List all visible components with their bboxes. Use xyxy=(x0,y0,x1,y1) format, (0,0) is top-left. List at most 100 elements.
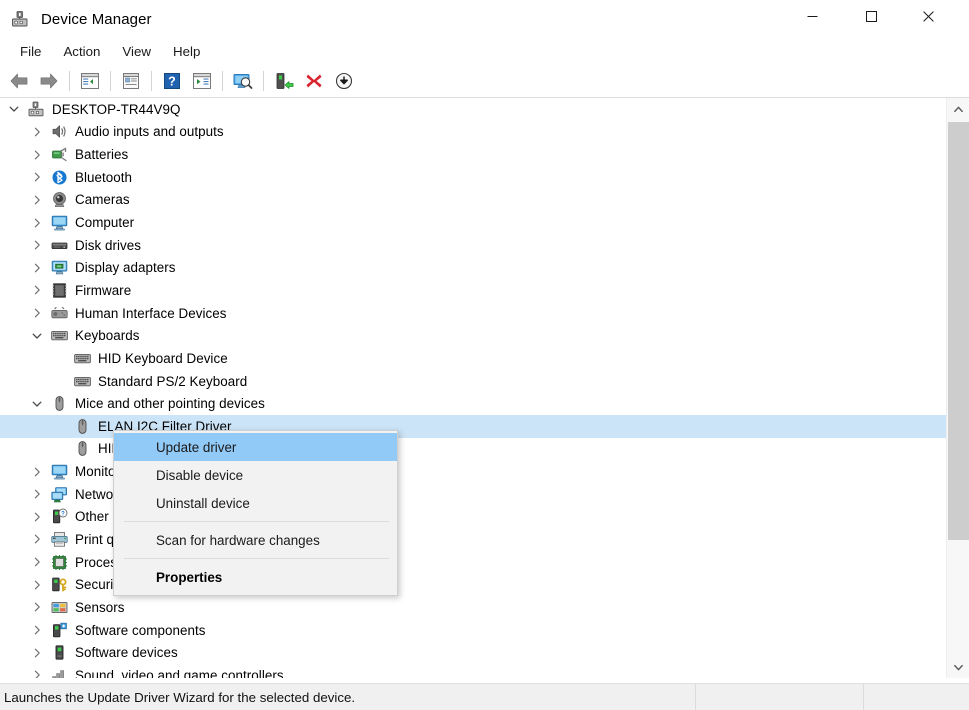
tree-row[interactable]: Software devices xyxy=(0,641,946,664)
tree-row-label: Sound, video and game controllers xyxy=(75,667,284,678)
keyboard-icon xyxy=(51,327,68,344)
status-message: Launches the Update Driver Wizard for th… xyxy=(4,689,356,705)
tree-row[interactable]: Keyboards xyxy=(0,324,946,347)
context-menu[interactable]: Update driver Disable device Uninstall dev… xyxy=(113,430,398,596)
chevron-right-icon[interactable] xyxy=(29,147,45,163)
chevron-right-icon[interactable] xyxy=(29,577,45,593)
scan-hardware-changes-button[interactable] xyxy=(229,68,257,94)
forward-button[interactable] xyxy=(35,68,63,94)
chevron-right-icon[interactable] xyxy=(29,464,45,480)
chevron-right-icon[interactable] xyxy=(29,645,45,661)
menu-file[interactable]: File xyxy=(9,41,52,62)
close-button[interactable] xyxy=(905,0,951,32)
chevron-right-icon[interactable] xyxy=(29,282,45,298)
toolbar-separator xyxy=(151,71,152,91)
ctx-properties[interactable]: Properties xyxy=(114,563,397,591)
keyboard-icon xyxy=(74,373,91,390)
window-title: Device Manager xyxy=(41,10,152,28)
tree-row-label: Human Interface Devices xyxy=(75,305,227,321)
tree-row-label: Batteries xyxy=(75,147,129,163)
scroll-down-arrow-icon[interactable] xyxy=(947,656,969,678)
printer-icon xyxy=(51,531,68,548)
tree-row[interactable]: Bluetooth xyxy=(0,166,946,189)
minimize-button[interactable] xyxy=(789,0,835,32)
chevron-down-icon[interactable] xyxy=(6,101,22,117)
processor-icon xyxy=(51,554,68,571)
tree-row[interactable]: Human Interface Devices xyxy=(0,302,946,325)
tree-row[interactable]: Standard PS/2 Keyboard xyxy=(0,370,946,393)
battery-icon xyxy=(51,146,68,163)
computer-root-icon xyxy=(28,101,45,118)
chevron-down-icon[interactable] xyxy=(29,328,45,344)
toolbar-separator xyxy=(110,71,111,91)
chevron-right-icon[interactable] xyxy=(29,486,45,502)
monitor-icon xyxy=(51,463,68,480)
tree-row-label: Cameras xyxy=(75,192,130,208)
tree-row[interactable]: Firmware xyxy=(0,279,946,302)
scrollbar-thumb[interactable] xyxy=(948,122,969,540)
chevron-right-icon[interactable] xyxy=(29,599,45,615)
tree-row[interactable]: Audio inputs and outputs xyxy=(0,121,946,144)
update-driver-button[interactable] xyxy=(270,68,298,94)
vertical-scrollbar[interactable] xyxy=(946,98,969,678)
show-hide-console-tree-button[interactable] xyxy=(76,68,104,94)
tree-row-label: Sensors xyxy=(75,599,125,615)
tree-row[interactable]: Display adapters xyxy=(0,256,946,279)
svg-text:?: ? xyxy=(61,512,65,518)
software-device-icon xyxy=(51,644,68,661)
chevron-right-icon[interactable] xyxy=(29,305,45,321)
toolbar-separator xyxy=(222,71,223,91)
toolbar-separator xyxy=(69,71,70,91)
ctx-disable-device[interactable]: Disable device xyxy=(114,461,397,489)
maximize-button[interactable] xyxy=(848,0,894,32)
tree-row[interactable]: Batteries xyxy=(0,143,946,166)
tree-row[interactable]: DESKTOP-TR44V9Q xyxy=(0,98,946,121)
monitor-icon xyxy=(51,214,68,231)
chevron-right-icon[interactable] xyxy=(29,622,45,638)
scroll-up-arrow-icon[interactable] xyxy=(947,98,969,120)
tree-row[interactable]: Disk drives xyxy=(0,234,946,257)
disable-device-button[interactable] xyxy=(330,68,358,94)
menu-help[interactable]: Help xyxy=(162,41,211,62)
chevron-right-icon[interactable] xyxy=(29,192,45,208)
tree-row[interactable]: Sensors xyxy=(0,596,946,619)
chevron-right-icon[interactable] xyxy=(29,237,45,253)
help-button[interactable]: ? xyxy=(158,68,186,94)
chevron-right-icon[interactable] xyxy=(29,260,45,276)
chevron-right-icon[interactable] xyxy=(29,667,45,678)
ctx-update-driver[interactable]: Update driver xyxy=(114,433,397,461)
tree-row-label: Computer xyxy=(75,215,135,231)
tree-row[interactable]: Sound, video and game controllers xyxy=(0,664,946,678)
chevron-right-icon[interactable] xyxy=(29,509,45,525)
chevron-right-icon[interactable] xyxy=(29,124,45,140)
chevron-down-icon[interactable] xyxy=(29,396,45,412)
status-pane-tertiary xyxy=(863,684,969,710)
mouse-icon xyxy=(74,418,91,435)
tree-row-label: DESKTOP-TR44V9Q xyxy=(52,101,181,117)
tree-row-label: Bluetooth xyxy=(75,169,133,185)
tree-row-label: Firmware xyxy=(75,282,132,298)
ctx-scan-hardware[interactable]: Scan for hardware changes xyxy=(114,526,397,554)
chevron-right-icon[interactable] xyxy=(29,554,45,570)
menu-action[interactable]: Action xyxy=(52,41,111,62)
tree-row[interactable]: Mice and other pointing devices xyxy=(0,392,946,415)
tree-row[interactable]: Computer xyxy=(0,211,946,234)
tree-row[interactable]: Cameras xyxy=(0,189,946,212)
ctx-uninstall-device[interactable]: Uninstall device xyxy=(114,489,397,517)
back-button[interactable] xyxy=(5,68,33,94)
menu-view[interactable]: View xyxy=(111,41,162,62)
properties-button[interactable] xyxy=(117,68,145,94)
chevron-right-icon[interactable] xyxy=(29,531,45,547)
disk-drive-icon xyxy=(51,237,68,254)
firmware-chip-icon xyxy=(51,282,68,299)
security-device-icon xyxy=(51,576,68,593)
menu-bar: File Action View Help xyxy=(0,38,969,66)
tree-row[interactable]: Software components xyxy=(0,619,946,642)
uninstall-device-button[interactable] xyxy=(300,68,328,94)
show-hide-action-pane-button[interactable] xyxy=(188,68,216,94)
keyboard-icon xyxy=(74,350,91,367)
tree-row[interactable]: HID Keyboard Device xyxy=(0,347,946,370)
tree-row-label: HID Keyboard Device xyxy=(98,350,228,366)
chevron-right-icon[interactable] xyxy=(29,215,45,231)
chevron-right-icon[interactable] xyxy=(29,169,45,185)
